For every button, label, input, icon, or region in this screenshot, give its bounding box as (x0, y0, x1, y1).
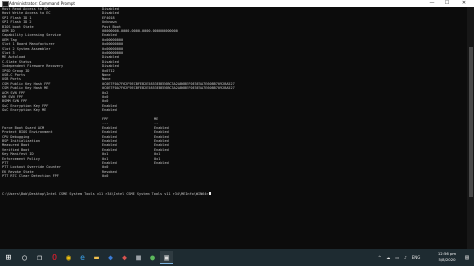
app-icon-red[interactable]: ◆ (118, 251, 131, 264)
battery-icon[interactable]: ▭ (395, 255, 399, 260)
volume-icon[interactable]: ♪ (404, 255, 407, 260)
minimize-button[interactable]: — (425, 0, 439, 7)
edge-icon[interactable]: e (76, 251, 89, 264)
console-scrollbar[interactable] (467, 7, 474, 249)
clock[interactable]: 12:56 pm 5/8/2020 (433, 251, 461, 263)
clock-date: 5/8/2020 (438, 257, 456, 262)
console-line-label: PTT RTC Clear Detection FPF (2, 174, 59, 179)
opera-icon[interactable]: O (48, 251, 61, 264)
show-hidden-icons-icon[interactable]: ^ (378, 255, 381, 260)
system-tray: ^ ☁ ▭ ♪ ENG (378, 249, 420, 266)
maximize-button[interactable]: ☐ (440, 0, 454, 7)
console-line-label: GuC Encryption Key ME (2, 108, 47, 113)
notification-icon[interactable]: ▤ (462, 251, 472, 264)
console-output[interactable]: Host Read Access to EC Disabled Host Write… (0, 7, 467, 249)
file-explorer-icon[interactable]: ▬ (90, 251, 103, 264)
app-icon-blue[interactable]: ◆ (104, 251, 117, 264)
taskbar: ⊞ ^ ☁ ▭ ♪ ENG 12:56 pm 5/8/2020 ▤ ○ ❐ O ◉ e ▬ ◆ ◆ ■ ●… (0, 249, 474, 266)
command-prompt-icon[interactable]: ▣ (160, 251, 173, 264)
app-icon-dark[interactable]: ■ (132, 251, 145, 264)
console-line-value: 0C0E7F0A7F62F9ECBFEB2E5853EBEE6BC3A2AB6B… (102, 86, 235, 91)
command-prompt-line[interactable]: C:\Users\Bob\Desktop\Intel CSME System T… (2, 191, 211, 196)
task-view-icon[interactable]: ❐ (33, 251, 46, 264)
language-indicator[interactable]: ENG (412, 255, 421, 260)
chrome-icon[interactable]: ◉ (62, 251, 75, 264)
window-title: Administrator: Command Prompt (9, 1, 75, 6)
search-icon[interactable]: ○ (18, 251, 31, 264)
onedrive-icon[interactable]: ☁ (386, 255, 390, 260)
scrollbar-thumb[interactable] (468, 47, 473, 197)
console-line-value: Enabled (102, 108, 117, 113)
console-line-value-me: Enabled (154, 161, 169, 165)
close-button[interactable]: ✕ (457, 0, 471, 7)
start-button[interactable]: ⊞ (2, 251, 15, 264)
app-icon-green[interactable]: ● (146, 251, 159, 264)
text-cursor (208, 191, 211, 196)
console-line-value: 0x0 (102, 174, 109, 179)
prompt-path: C:\Users\Bob\Desktop\Intel CSME System T… (2, 191, 209, 196)
